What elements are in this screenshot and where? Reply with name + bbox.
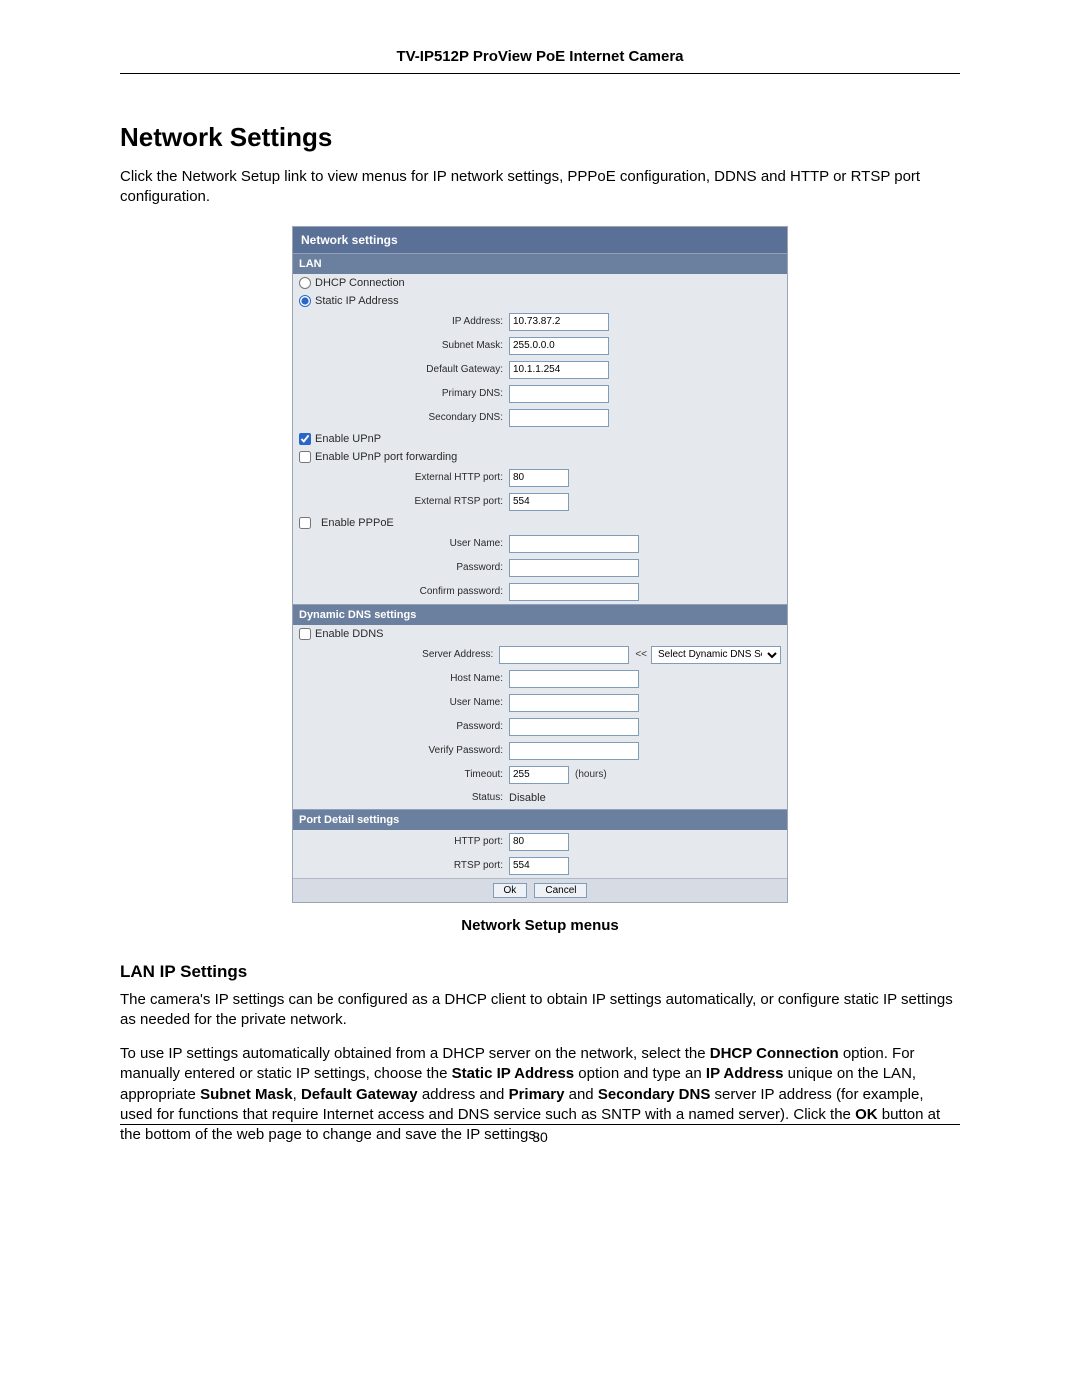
page-number: 30	[120, 1124, 960, 1145]
ext-http-port-input[interactable]	[509, 469, 569, 487]
ddns-status-value: Disable	[509, 792, 546, 804]
ddns-timeout-label: Timeout:	[299, 769, 509, 780]
ddns-status-label: Status:	[299, 792, 509, 803]
http-port-label: HTTP port:	[299, 836, 509, 847]
enable-ddns-label: Enable DDNS	[315, 628, 383, 640]
lan-ip-p1: The camera's IP settings can be configur…	[120, 990, 960, 1031]
intro-paragraph: Click the Network Setup link to view men…	[120, 167, 960, 208]
ip-address-label: IP Address:	[299, 316, 509, 327]
ext-rtsp-port-input[interactable]	[509, 493, 569, 511]
ddns-pass-label: Password:	[299, 721, 509, 732]
dhcp-radio[interactable]	[299, 277, 311, 289]
http-port-input[interactable]	[509, 833, 569, 851]
pppoe-pass-input[interactable]	[509, 559, 639, 577]
ext-http-port-label: External HTTP port:	[299, 472, 509, 483]
figure-caption: Network Setup menus	[120, 917, 960, 934]
enable-upnp-fwd-label: Enable UPnP port forwarding	[315, 451, 457, 463]
network-settings-panel: Network settings LAN DHCP Connection Sta…	[292, 226, 788, 903]
pppoe-user-input[interactable]	[509, 535, 639, 553]
section-title: Network Settings	[120, 122, 960, 153]
pppoe-pass-label: Password:	[299, 562, 509, 573]
lan-ip-settings-heading: LAN IP Settings	[120, 962, 960, 982]
cancel-button[interactable]: Cancel	[534, 883, 587, 898]
ddns-timeout-input[interactable]	[509, 766, 569, 784]
ddns-user-input[interactable]	[509, 694, 639, 712]
document-header: TV-IP512P ProView PoE Internet Camera	[120, 48, 960, 74]
ddns-vpass-input[interactable]	[509, 742, 639, 760]
enable-pppoe-checkbox[interactable]	[299, 517, 311, 529]
ok-button[interactable]: Ok	[493, 883, 528, 898]
enable-pppoe-label: Enable PPPoE	[321, 517, 394, 529]
pppoe-user-label: User Name:	[299, 538, 509, 549]
panel-title: Network settings	[293, 227, 787, 253]
default-gateway-input[interactable]	[509, 361, 609, 379]
ext-rtsp-port-label: External RTSP port:	[299, 496, 509, 507]
ddns-vpass-label: Verify Password:	[299, 745, 509, 756]
enable-upnp-checkbox[interactable]	[299, 433, 311, 445]
enable-upnp-label: Enable UPnP	[315, 433, 381, 445]
ddns-pass-input[interactable]	[509, 718, 639, 736]
rtsp-port-label: RTSP port:	[299, 860, 509, 871]
ddns-timeout-unit: (hours)	[575, 769, 607, 780]
ddns-server-select[interactable]: Select Dynamic DNS Server	[651, 646, 781, 664]
primary-dns-input[interactable]	[509, 385, 609, 403]
dhcp-label: DHCP Connection	[315, 277, 405, 289]
subnet-mask-label: Subnet Mask:	[299, 340, 509, 351]
ddns-arrows: <<	[635, 649, 647, 660]
pppoe-cpass-label: Confirm password:	[299, 586, 509, 597]
enable-ddns-checkbox[interactable]	[299, 628, 311, 640]
ddns-server-input[interactable]	[499, 646, 629, 664]
port-section-header: Port Detail settings	[293, 809, 787, 830]
pppoe-cpass-input[interactable]	[509, 583, 639, 601]
static-ip-label: Static IP Address	[315, 295, 399, 307]
secondary-dns-input[interactable]	[509, 409, 609, 427]
ddns-host-input[interactable]	[509, 670, 639, 688]
ddns-user-label: User Name:	[299, 697, 509, 708]
secondary-dns-label: Secondary DNS:	[299, 412, 509, 423]
ip-address-input[interactable]	[509, 313, 609, 331]
ddns-host-label: Host Name:	[299, 673, 509, 684]
rtsp-port-input[interactable]	[509, 857, 569, 875]
lan-section-header: LAN	[293, 253, 787, 274]
subnet-mask-input[interactable]	[509, 337, 609, 355]
ddns-server-label: Server Address:	[299, 649, 499, 660]
default-gateway-label: Default Gateway:	[299, 364, 509, 375]
primary-dns-label: Primary DNS:	[299, 388, 509, 399]
ddns-section-header: Dynamic DNS settings	[293, 604, 787, 625]
static-ip-radio[interactable]	[299, 295, 311, 307]
enable-upnp-fwd-checkbox[interactable]	[299, 451, 311, 463]
